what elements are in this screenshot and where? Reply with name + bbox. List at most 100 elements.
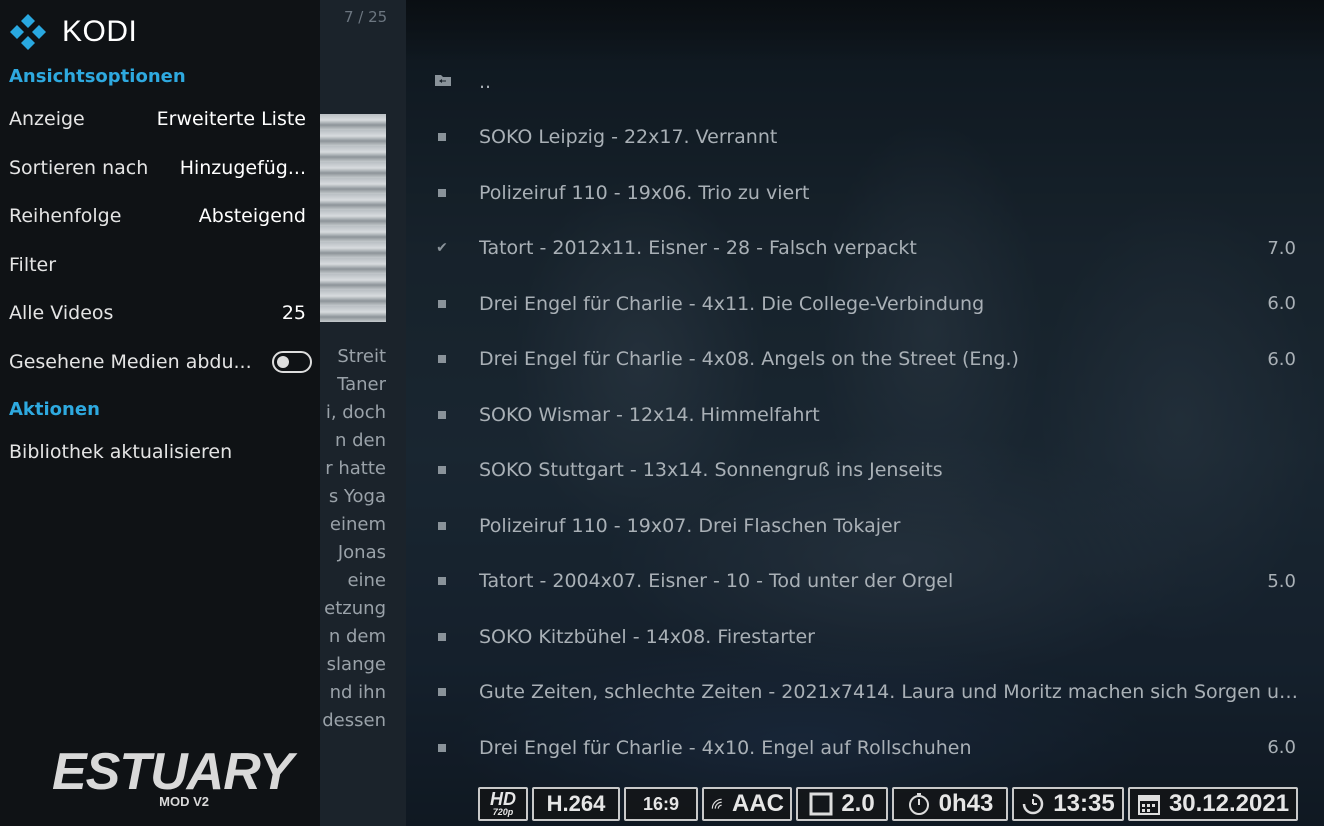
thumbnail-image <box>320 114 386 322</box>
list-item[interactable]: SOKO Kitzbühel - 14x08. Firestarter <box>406 609 1324 664</box>
audio-wave-icon <box>711 798 722 809</box>
list-item[interactable]: Polizeiruf 110 - 19x06. Trio zu viert <box>406 165 1324 220</box>
list-item[interactable]: SOKO Stuttgart - 13x14. Sonnengruß ins J… <box>406 443 1324 498</box>
codec-flag: H.264 <box>532 787 620 821</box>
speaker-box-icon <box>809 792 833 816</box>
time-label: 13:35 <box>1053 790 1115 817</box>
list-item[interactable]: SOKO Leipzig - 22x17. Verrannt <box>406 110 1324 165</box>
list-item-rating: 6.0 <box>1267 348 1296 370</box>
unwatched-bullet-icon <box>434 462 450 478</box>
list-item-label: SOKO Stuttgart - 13x14. Sonnengruß ins J… <box>479 459 943 481</box>
hide-watched-toggle[interactable] <box>272 351 312 373</box>
item-counter: 7 / 25 <box>344 8 388 26</box>
row-label: Reihenfolge <box>9 205 122 227</box>
kodi-logo: KODI <box>8 12 137 52</box>
list-item[interactable]: Tatort - 2004x07. Eisner - 10 - Tod unte… <box>406 554 1324 609</box>
plot-line: eine <box>347 570 386 591</box>
list-item-parent[interactable]: .. <box>406 54 1324 109</box>
stopwatch-icon <box>908 793 929 815</box>
hd-flag: HD 720p <box>478 787 528 821</box>
list-item-label: Tatort - 2004x07. Eisner - 10 - Tod unte… <box>479 570 954 592</box>
app-name: KODI <box>62 15 138 48</box>
plot-line: s Yoga <box>328 486 386 507</box>
estuary-skin-logo: ESTUARY MOD V2 <box>52 746 294 809</box>
list-item-label: Polizeiruf 110 - 19x07. Drei Flaschen To… <box>479 514 901 537</box>
list-item-rating: 5.0 <box>1267 570 1296 592</box>
resolution-label: 720p <box>492 807 514 817</box>
plot-line: Jonas <box>337 542 386 563</box>
fanart-top-gradient <box>406 0 1324 62</box>
section-actions: Aktionen <box>9 399 100 420</box>
sidebar-row-sort-by[interactable]: Sortieren nach Hinzugefüg... <box>9 153 306 183</box>
plot-line: n dem <box>328 626 386 647</box>
unwatched-bullet-icon <box>434 629 450 645</box>
unwatched-bullet-icon <box>434 740 450 756</box>
list-item[interactable]: Drei Engel für Charlie - 4x08. Angels on… <box>406 332 1324 387</box>
sidebar-row-view[interactable]: Anzeige Erweiterte Liste <box>9 104 306 134</box>
plot-line: slange <box>326 654 386 675</box>
calendar-icon <box>1137 795 1160 815</box>
duration-label: 0h43 <box>938 790 994 817</box>
folder-back-icon <box>434 73 451 91</box>
unwatched-bullet-icon <box>434 573 450 589</box>
row-label: Anzeige <box>9 108 85 130</box>
list-item-label: SOKO Wismar - 12x14. Himmelfahrt <box>479 403 820 426</box>
plot-line: dessen <box>322 710 386 731</box>
row-label: Alle Videos <box>9 302 114 324</box>
media-flags: HD 720p H.264 16:9 AAC 2.0 0h43 13:35 30… <box>478 787 1298 823</box>
list-item-label: Polizeiruf 110 - 19x06. Trio zu viert <box>479 181 810 204</box>
hd-label: HD <box>490 789 516 809</box>
unwatched-bullet-icon <box>434 129 450 145</box>
kodi-logo-icon <box>10 14 46 50</box>
list-item-label: SOKO Kitzbühel - 14x08. Firestarter <box>479 625 815 648</box>
plot-text: Streit Taner i, doch n den r hatte s Yoga eine… <box>316 343 386 735</box>
plot-line: Streit <box>337 346 386 367</box>
plot-line: Taner <box>337 374 386 395</box>
unwatched-bullet-icon <box>434 185 450 201</box>
time-flag: 13:35 <box>1012 787 1124 821</box>
list-item[interactable]: Gute Zeiten, schlechte Zeiten - 2021x741… <box>406 665 1324 720</box>
sidebar-row-filter[interactable]: Filter <box>9 250 306 280</box>
channels-flag: 2.0 <box>796 787 888 821</box>
list-item-label: Drei Engel für Charlie - 4x08. Angels on… <box>479 348 1019 370</box>
duration-flag: 0h43 <box>892 787 1008 821</box>
plot-line: einem <box>329 514 386 535</box>
date-label: 30.12.2021 <box>1168 790 1290 817</box>
list-item[interactable]: Drei Engel für Charlie - 4x11. Die Colle… <box>406 276 1324 331</box>
aspect-flag: 16:9 <box>624 787 698 821</box>
sidebar-row-hide-watched[interactable]: Gesehene Medien abdu... <box>9 347 312 377</box>
list-item-label: Tatort - 2012x11. Eisner - 28 - Falsch v… <box>479 237 917 259</box>
plot-line: i, doch <box>325 402 386 423</box>
date-flag: 30.12.2021 <box>1128 787 1298 821</box>
row-value: 25 <box>281 302 306 324</box>
clock-icon <box>1023 793 1044 815</box>
plot-line: r hatte <box>325 458 386 479</box>
list-item-rating: 6.0 <box>1267 293 1296 314</box>
row-label: Sortieren nach <box>9 157 149 179</box>
audio-flag: AAC <box>702 787 792 821</box>
sidebar-row-order[interactable]: Reihenfolge Absteigend <box>9 201 306 231</box>
sidebar: KODI Ansichtsoptionen Anzeige Erweiterte… <box>0 0 320 826</box>
row-value: Absteigend <box>198 205 306 227</box>
row-label: Bibliothek aktualisieren <box>9 441 233 463</box>
list-item-rating: 7.0 <box>1267 237 1296 259</box>
row-value: Hinzugefüg... <box>179 157 306 179</box>
row-label: Filter <box>9 254 57 276</box>
plot-line: etzung <box>324 598 386 619</box>
unwatched-bullet-icon <box>434 518 450 534</box>
list-item[interactable]: ✔ Tatort - 2012x11. Eisner - 28 - Falsch … <box>406 221 1324 276</box>
unwatched-bullet-icon <box>434 351 450 367</box>
list-item-label: Gute Zeiten, schlechte Zeiten - 2021x741… <box>479 681 1299 703</box>
unwatched-bullet-icon <box>434 684 450 700</box>
row-label: Gesehene Medien abdu... <box>9 351 252 373</box>
list-item[interactable]: SOKO Wismar - 12x14. Himmelfahrt <box>406 387 1324 442</box>
list-item-label: .. <box>479 70 492 93</box>
sidebar-row-update-library[interactable]: Bibliothek aktualisieren <box>9 437 306 467</box>
watched-check-icon: ✔ <box>436 240 448 256</box>
unwatched-bullet-icon <box>434 296 450 312</box>
list-item[interactable]: Drei Engel für Charlie - 4x10. Engel auf… <box>406 720 1324 775</box>
sidebar-row-all-videos[interactable]: Alle Videos 25 <box>9 298 306 328</box>
list-item[interactable]: Polizeiruf 110 - 19x07. Drei Flaschen To… <box>406 498 1324 553</box>
plot-line: n den <box>334 430 386 451</box>
plot-line: nd ihn <box>329 682 386 703</box>
